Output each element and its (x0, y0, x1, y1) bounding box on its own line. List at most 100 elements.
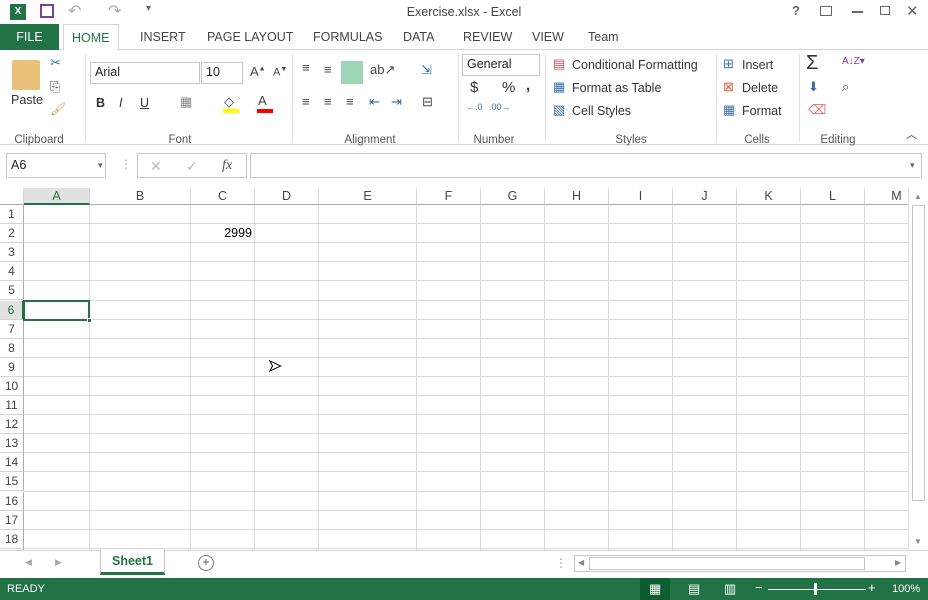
italic-button[interactable]: I (119, 96, 122, 110)
split-handle-icon[interactable]: ⋮ (555, 556, 567, 570)
middle-align-icon[interactable]: ≡ (324, 62, 332, 77)
zoom-level[interactable]: 100% (892, 583, 920, 595)
underline-button[interactable]: U (140, 96, 149, 110)
merge-center-icon[interactable]: ⊟ (422, 94, 433, 110)
cell-styles-button[interactable]: Cell Styles (572, 104, 631, 118)
tab-page-layout[interactable]: PAGE LAYOUT (199, 24, 301, 50)
name-box-dropdown-icon[interactable]: ▾ (98, 160, 103, 171)
autosum-button[interactable]: Σ (806, 52, 818, 75)
format-painter-icon[interactable]: 🖌 (50, 101, 67, 117)
scroll-down-icon[interactable]: ▼ (914, 537, 922, 546)
conditional-formatting-button[interactable]: Conditional Formatting (572, 58, 698, 72)
tab-team[interactable]: Team (580, 24, 627, 50)
sort-filter-icon[interactable]: A↓Z▾ (842, 56, 865, 67)
comma-button[interactable]: , (526, 77, 530, 94)
cell-C2[interactable]: 2999 (191, 224, 252, 243)
normal-view-button[interactable]: ▦ (640, 578, 670, 600)
zoom-slider-thumb[interactable] (814, 583, 817, 595)
selected-cell-A6[interactable] (23, 299, 92, 323)
font-name-select[interactable]: Arial (90, 62, 200, 84)
row-header-10[interactable]: 10 (0, 376, 24, 396)
format-button[interactable]: Format (742, 104, 782, 118)
zoom-out-button[interactable]: − (755, 580, 763, 595)
expand-formula-icon[interactable]: ▾ (910, 160, 915, 171)
decrease-decimal-icon[interactable]: .00→ (489, 102, 511, 112)
minimize-icon[interactable] (852, 11, 863, 13)
formula-input[interactable] (250, 153, 922, 178)
insert-cells-icon[interactable]: ⊞ (723, 56, 734, 72)
shrink-font-icon[interactable]: A▼ (273, 66, 287, 79)
row-header-3[interactable]: 3 (0, 243, 24, 263)
prev-sheet-icon[interactable]: ◀ (25, 557, 32, 568)
fill-handle[interactable] (87, 317, 92, 323)
horizontal-scroll-thumb[interactable] (589, 557, 865, 570)
close-icon[interactable]: ✕ (906, 2, 919, 20)
tab-review[interactable]: REVIEW (455, 24, 520, 50)
row-header-16[interactable]: 16 (0, 491, 24, 511)
row-header-12[interactable]: 12 (0, 415, 24, 435)
cancel-icon[interactable]: ✕ (150, 158, 162, 175)
column-header-H[interactable]: H (545, 188, 609, 205)
tab-insert[interactable]: INSERT (132, 24, 194, 50)
format-as-table-icon[interactable]: ▦ (553, 79, 565, 95)
next-sheet-icon[interactable]: ▶ (55, 557, 62, 568)
clear-icon[interactable]: ⌫ (808, 102, 826, 118)
column-header-J[interactable]: J (673, 188, 737, 205)
row-header-18[interactable]: 18 (0, 529, 24, 549)
row-header-14[interactable]: 14 (0, 453, 24, 473)
borders-icon[interactable]: ▦ (180, 94, 192, 110)
column-header-B[interactable]: B (90, 188, 191, 205)
format-as-table-button[interactable]: Format as Table (572, 81, 661, 95)
row-header-11[interactable]: 11 (0, 396, 24, 415)
copy-icon[interactable]: ⎘ (50, 79, 60, 95)
decrease-indent-icon[interactable]: ⇤ (369, 94, 380, 110)
align-right-icon[interactable]: ≡ (346, 94, 354, 109)
paste-button[interactable]: Paste (11, 93, 43, 107)
column-header-I[interactable]: I (609, 188, 673, 205)
bold-button[interactable]: B (96, 96, 105, 110)
format-cells-icon[interactable]: ▦ (723, 102, 735, 118)
bottom-align-icon[interactable] (341, 61, 363, 84)
row-header-15[interactable]: 15 (0, 472, 24, 492)
row-header-2[interactable]: 2 (0, 224, 24, 244)
align-center-icon[interactable]: ≡ (324, 94, 332, 109)
fill-icon[interactable]: ⬇ (808, 79, 819, 95)
name-box[interactable]: A6 (6, 153, 106, 178)
cell-styles-icon[interactable]: ▧ (553, 102, 565, 118)
zoom-in-button[interactable]: + (868, 580, 876, 595)
font-size-select[interactable]: 10 (201, 62, 243, 84)
column-header-F[interactable]: F (417, 188, 481, 205)
column-header-A[interactable]: A (24, 188, 90, 205)
scroll-left-icon[interactable]: ◀ (578, 558, 584, 567)
font-color-icon[interactable]: A (258, 93, 267, 108)
column-header-L[interactable]: L (801, 188, 865, 205)
column-header-K[interactable]: K (737, 188, 801, 205)
tab-view[interactable]: VIEW (524, 24, 572, 50)
row-header-6[interactable]: 6 (0, 300, 24, 320)
restore-icon[interactable] (880, 6, 890, 15)
tab-home[interactable]: HOME (63, 24, 119, 51)
increase-indent-icon[interactable]: ⇥ (391, 94, 402, 110)
orientation-icon[interactable]: ab↗ (370, 62, 395, 78)
zoom-slider[interactable] (768, 589, 866, 590)
insert-button[interactable]: Insert (742, 58, 773, 72)
paste-icon[interactable] (12, 60, 40, 90)
number-format-select[interactable]: General (462, 54, 540, 76)
align-left-icon[interactable]: ≡ (302, 94, 310, 109)
scroll-up-icon[interactable]: ▲ (914, 192, 922, 201)
page-layout-view-button[interactable]: ▤ (688, 581, 700, 597)
vertical-scroll-thumb[interactable] (912, 205, 925, 501)
cut-icon[interactable]: ✂ (50, 55, 61, 71)
fill-color-icon[interactable]: ◇ (224, 94, 234, 110)
delete-button[interactable]: Delete (742, 81, 778, 95)
page-break-view-button[interactable]: ▥ (724, 581, 736, 597)
collapse-ribbon-icon[interactable]: ︿ (906, 126, 917, 142)
currency-button[interactable]: $ (470, 79, 478, 96)
tab-formulas[interactable]: FORMULAS (305, 24, 390, 50)
row-header-8[interactable]: 8 (0, 338, 24, 358)
row-header-5[interactable]: 5 (0, 281, 24, 301)
row-header-7[interactable]: 7 (0, 319, 24, 339)
tab-file[interactable]: FILE (0, 24, 59, 50)
scroll-right-icon[interactable]: ▶ (895, 558, 901, 567)
wrap-text-icon[interactable]: ⇲ (421, 62, 432, 78)
